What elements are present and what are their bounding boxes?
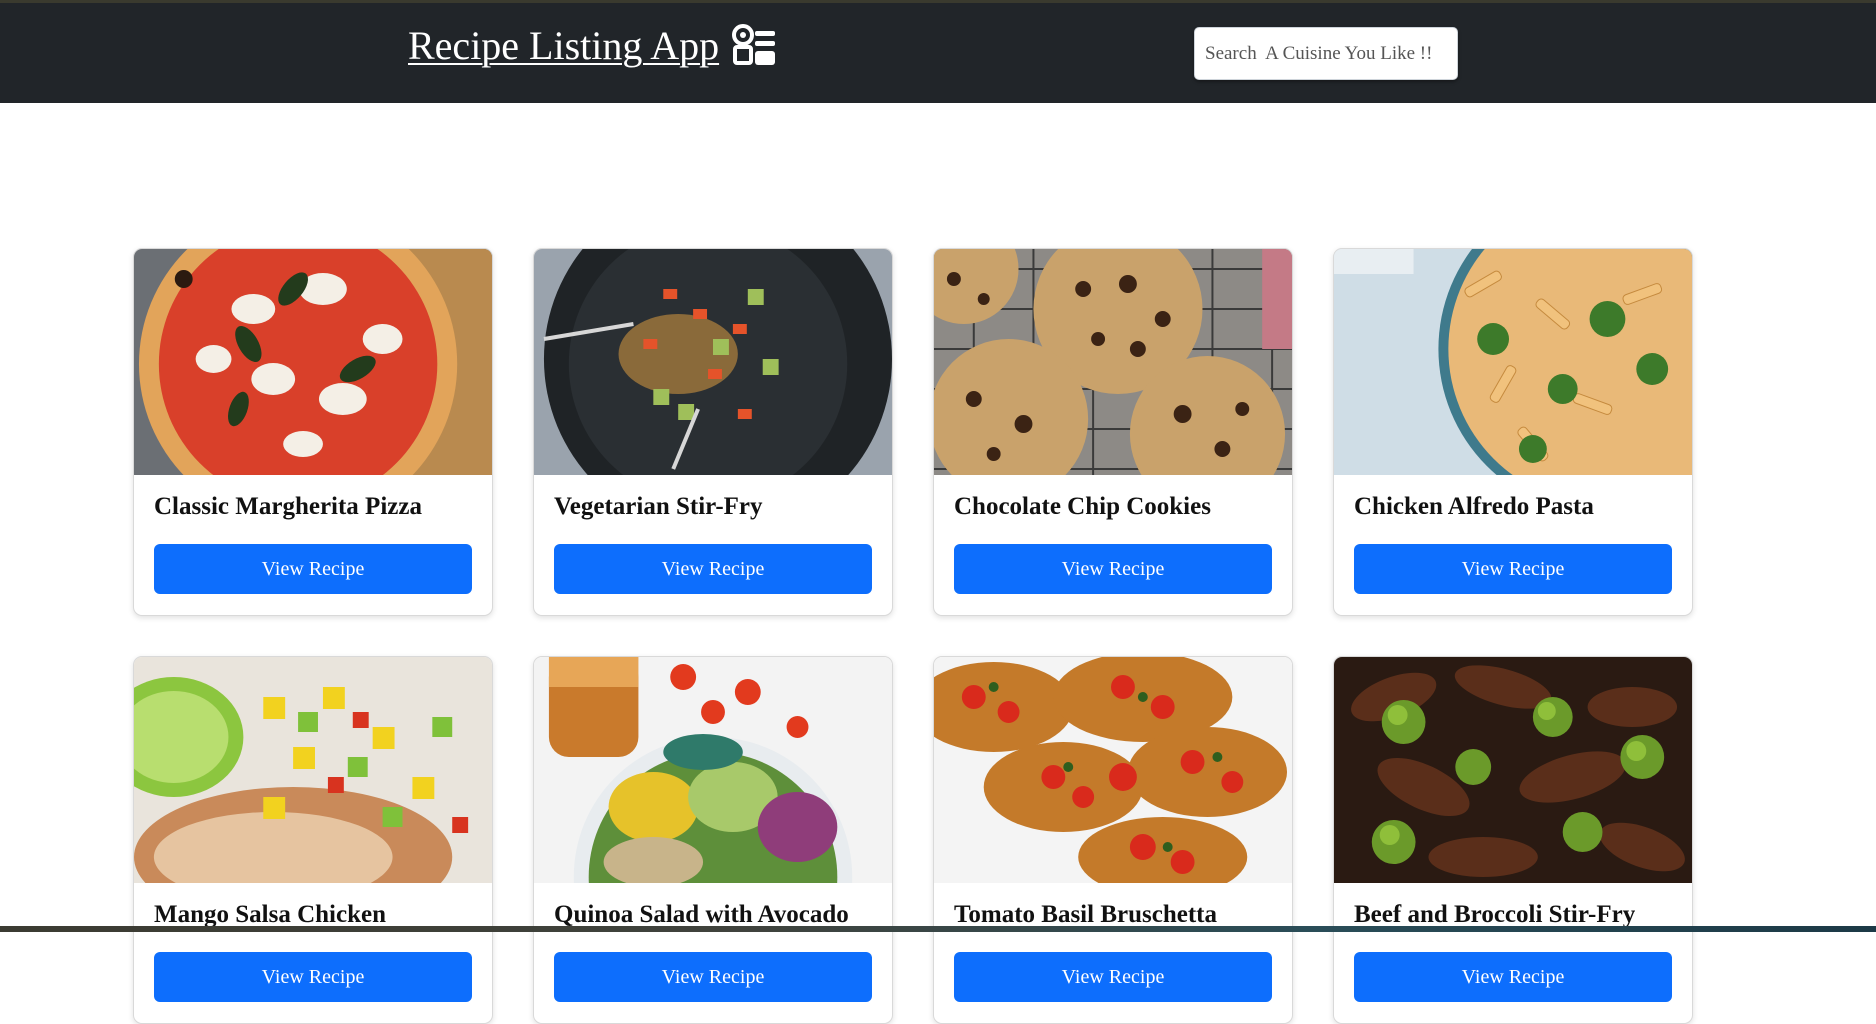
stir-fry-image: [534, 249, 892, 475]
recipe-card: Tomato Basil Bruschetta View Recipe: [933, 656, 1293, 1024]
cookies-image: [934, 249, 1292, 475]
window-bottom-edge: [0, 926, 1876, 932]
bruschetta-image: [934, 657, 1292, 883]
recipe-card: Beef and Broccoli Stir-Fry View Recipe: [1333, 656, 1693, 1024]
brand-link[interactable]: Recipe Listing App: [408, 22, 777, 69]
recipe-title: Chocolate Chip Cookies: [954, 493, 1211, 520]
mango-chicken-image: [134, 657, 492, 883]
recipe-card: Quinoa Salad with Avocado View Recipe: [533, 656, 893, 1024]
view-recipe-button[interactable]: View Recipe: [1354, 952, 1672, 1002]
brand-title: Recipe Listing App: [408, 23, 720, 68]
recipe-title: Chicken Alfredo Pasta: [1354, 493, 1594, 520]
recipe-title: Vegetarian Stir-Fry: [554, 493, 763, 520]
navbar: Recipe Listing App: [0, 0, 1876, 103]
recipe-title: Classic Margherita Pizza: [154, 493, 422, 520]
recipe-card: Chocolate Chip Cookies View Recipe: [933, 248, 1293, 616]
view-recipe-button[interactable]: View Recipe: [554, 952, 872, 1002]
view-recipe-button[interactable]: View Recipe: [554, 544, 872, 594]
chef-utensils-icon: [732, 23, 776, 65]
recipe-grid: Classic Margherita Pizza View Recipe Veg…: [133, 248, 1693, 1024]
view-recipe-button[interactable]: View Recipe: [954, 952, 1272, 1002]
pasta-image: [1334, 249, 1692, 475]
view-recipe-button[interactable]: View Recipe: [954, 544, 1272, 594]
view-recipe-button[interactable]: View Recipe: [154, 544, 472, 594]
recipe-card: Vegetarian Stir-Fry View Recipe: [533, 248, 893, 616]
recipe-card: Classic Margherita Pizza View Recipe: [133, 248, 493, 616]
recipe-card: Chicken Alfredo Pasta View Recipe: [1333, 248, 1693, 616]
beef-broccoli-image: [1334, 657, 1692, 883]
recipe-card: Mango Salsa Chicken View Recipe: [133, 656, 493, 1024]
search-input[interactable]: [1194, 27, 1458, 80]
view-recipe-button[interactable]: View Recipe: [1354, 544, 1672, 594]
quinoa-salad-image: [534, 657, 892, 883]
pizza-image: [134, 249, 492, 475]
view-recipe-button[interactable]: View Recipe: [154, 952, 472, 1002]
